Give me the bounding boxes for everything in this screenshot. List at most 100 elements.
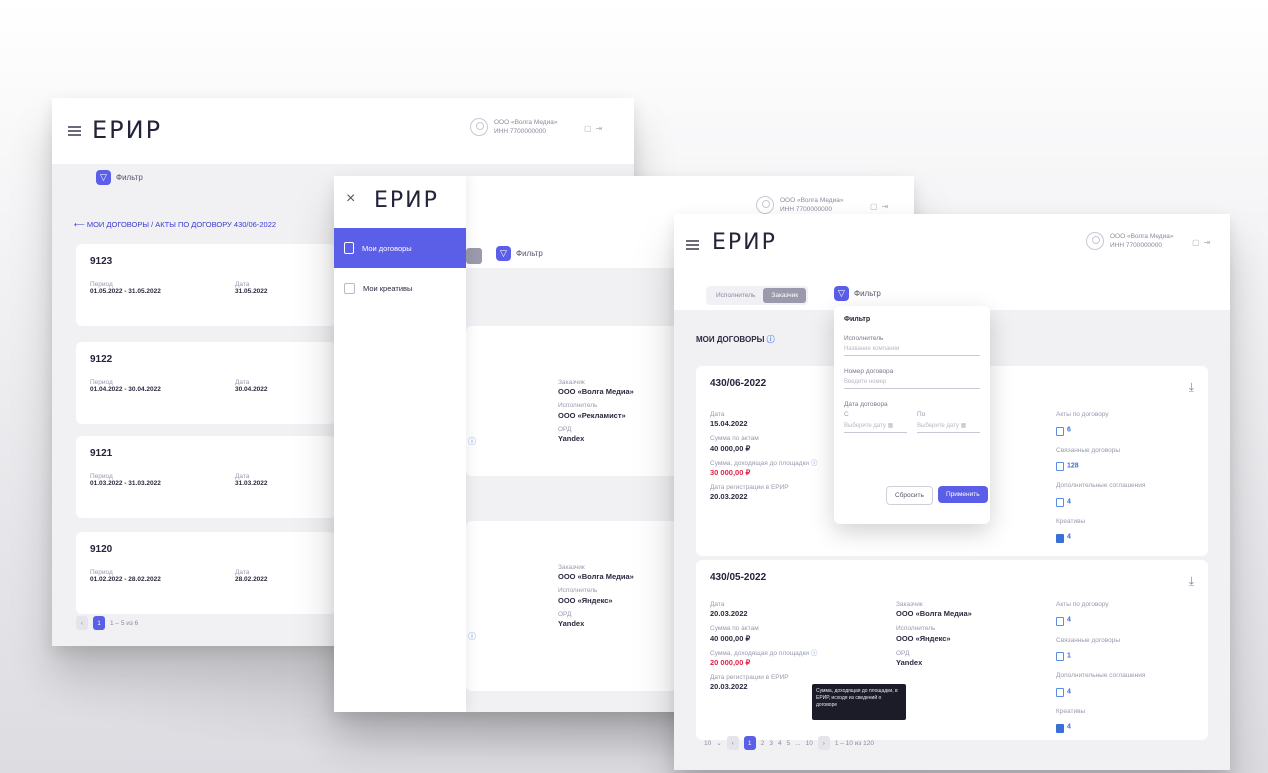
- info-icon[interactable]: ⓘ: [811, 460, 818, 467]
- sum-income-value: 30 000,00 ₽: [710, 468, 751, 478]
- act-card[interactable]: 9120 Период 01.02.2022 - 28.02.2022 Дата 2…: [76, 532, 336, 614]
- user-box[interactable]: ООО «Волга Медиа» ИНН 7700000000: [756, 196, 843, 215]
- logo: ЕРИР: [712, 230, 777, 255]
- page-button[interactable]: 10: [806, 740, 813, 747]
- popover-title: Фильтр: [844, 316, 871, 323]
- download-icon[interactable]: ⤓: [1189, 380, 1194, 395]
- apply-button[interactable]: Применить: [938, 486, 988, 503]
- reg-date-value: 20.03.2022: [710, 682, 748, 692]
- page-button[interactable]: 2: [761, 740, 765, 747]
- contract-right-col: Акты по договору 4 Связанные договоры 1 …: [1056, 600, 1145, 739]
- reset-button[interactable]: Сбросить: [886, 486, 933, 505]
- download-icon[interactable]: ⤓: [1189, 574, 1194, 589]
- date-value: 20.03.2022: [710, 609, 748, 619]
- act-card[interactable]: 9122 Период 01.04.2022 - 30.04.2022 Дата 3…: [76, 342, 336, 424]
- breadcrumb-text: МОИ ДОГОВОРЫ / АКТЫ ПО ДОГОВОРУ 430/06-2…: [86, 220, 277, 229]
- section-title-text: МОИ ДОГОВОРЫ: [696, 335, 765, 344]
- creatives-count: 4: [1067, 533, 1071, 541]
- additional-link[interactable]: 4: [1056, 681, 1145, 704]
- number-filter-input[interactable]: Введите номер: [844, 375, 980, 389]
- contract-card[interactable]: 430/05-2022 ⤓ Дата 20.03.2022 Сумма по а…: [696, 560, 1208, 740]
- date-from: С Выберите дату ▦: [844, 411, 907, 433]
- act-card[interactable]: 9123 Период 01.05.2022 - 31.05.2022 Дата 3…: [76, 244, 336, 326]
- page-button[interactable]: 5: [787, 740, 791, 747]
- executor-filter-input[interactable]: Название компании: [844, 342, 980, 356]
- info-icon[interactable]: ⓘ: [468, 631, 476, 642]
- contracts-pagination: 10 ⌄ ‹ 1 2 3 4 5 ... 10 › 1 – 10 из 120: [704, 736, 874, 750]
- contract-number: 430/05-2022: [710, 572, 767, 583]
- acts-link[interactable]: 4: [1056, 609, 1145, 632]
- info-icon[interactable]: ⓘ: [468, 436, 476, 447]
- pagination-summary: 1 – 5 из 6: [110, 619, 139, 627]
- filter-button[interactable]: ▽ Фильтр: [96, 170, 143, 185]
- page-button[interactable]: 4: [778, 740, 782, 747]
- prev-page-button[interactable]: ‹: [726, 736, 739, 750]
- linked-link[interactable]: 128: [1056, 455, 1145, 478]
- header-icons[interactable]: ▢⇥: [1192, 238, 1214, 247]
- to-label: По: [917, 411, 926, 418]
- act-period: 01.05.2022 - 31.05.2022: [90, 288, 161, 295]
- next-page-button[interactable]: ›: [817, 736, 830, 750]
- filter-button[interactable]: ▽ Фильтр: [496, 246, 543, 261]
- linked-link[interactable]: 1: [1056, 645, 1145, 668]
- header-icons[interactable]: ▢⇥: [584, 124, 606, 133]
- page-button[interactable]: 1: [743, 736, 756, 750]
- page-button[interactable]: 1: [93, 616, 105, 630]
- contract-mid-col: Заказчик ООО «Волга Медиа» Исполнитель О…: [896, 600, 972, 669]
- contract-left-col: Дата 20.03.2022 Сумма по актам 40 000,00…: [710, 600, 817, 693]
- user-inn: ИНН 7700000000: [494, 128, 547, 136]
- breadcrumb[interactable]: ⟵ МОИ ДОГОВОРЫ / АКТЫ ПО ДОГОВОРУ 430/06…: [74, 220, 276, 229]
- info-icon[interactable]: ⓘ: [811, 650, 818, 657]
- reg-date-value: 20.03.2022: [710, 492, 748, 502]
- user-box[interactable]: ООО «Волга Медиа» ИНН 7700000000: [470, 118, 558, 137]
- tab-customer[interactable]: Заказчик: [763, 288, 807, 303]
- calendar-icon[interactable]: ▦: [961, 423, 967, 429]
- chevron-down-icon[interactable]: ⌄: [716, 739, 721, 747]
- back-arrow-icon[interactable]: ⟵: [74, 220, 87, 229]
- sum-income-label: Сумма, доходящая до площадки ⓘ: [710, 459, 817, 468]
- drawer-item-creatives[interactable]: Мои креативы: [334, 268, 466, 308]
- linked-count: 1: [1067, 652, 1071, 660]
- number-filter-label: Номер договора: [844, 368, 894, 375]
- creatives-count: 4: [1067, 723, 1071, 731]
- date-to: По Выберите дату ▦: [917, 411, 980, 433]
- acts-link[interactable]: 6: [1056, 419, 1145, 442]
- contract-fields: Заказчик ООО «Волга Медиа» Исполнитель О…: [558, 563, 634, 630]
- per-page-select[interactable]: 10: [704, 740, 711, 747]
- contract-left-col: Дата 15.04.2022 Сумма по актам 40 000,00…: [710, 410, 817, 503]
- creatives-link[interactable]: 4: [1056, 526, 1145, 549]
- executor-label: Исполнитель: [558, 402, 598, 410]
- prev-page-button[interactable]: ‹: [76, 616, 88, 630]
- logo: ЕРИР: [92, 116, 163, 144]
- user-box[interactable]: ООО «Волга Медиа» ИНН 7700000000: [1086, 232, 1173, 251]
- customer-label: Заказчик: [558, 379, 585, 386]
- contract-icon: [344, 242, 354, 254]
- drawer-item-contracts[interactable]: Мои договоры: [334, 228, 466, 268]
- acts-count: 4: [1067, 617, 1071, 625]
- date-from-input[interactable]: Выберите дату ▦: [844, 418, 907, 433]
- additional-link[interactable]: 4: [1056, 491, 1145, 514]
- close-icon[interactable]: ×: [346, 190, 355, 208]
- calendar-icon[interactable]: ▦: [888, 423, 894, 429]
- header-icons[interactable]: ▢⇥: [870, 202, 892, 211]
- period-label: Период: [90, 379, 113, 386]
- act-number: 9123: [90, 256, 113, 267]
- sum-income-label-text: Сумма, доходящая до площадки: [710, 649, 810, 657]
- tab-executor[interactable]: Исполнитель: [708, 288, 763, 303]
- menu-icon[interactable]: [68, 126, 81, 136]
- page-button[interactable]: 3: [769, 740, 773, 747]
- filter-popover: Фильтр Исполнитель Название компании Ном…: [834, 306, 990, 524]
- menu-icon[interactable]: [686, 240, 699, 250]
- act-card[interactable]: 9121 Период 01.03.2022 - 31.03.2022 Дата 3…: [76, 436, 336, 518]
- filter-button[interactable]: ▽ Фильтр: [834, 286, 881, 301]
- user-inn: ИНН 7700000000: [1110, 242, 1163, 250]
- ord-label: ОРД: [558, 425, 572, 433]
- date-range: С Выберите дату ▦ По Выберите дату ▦: [844, 411, 980, 433]
- executor-value: ООО «Яндекс»: [558, 595, 613, 605]
- creatives-link[interactable]: 4: [1056, 716, 1145, 739]
- tooltip: Сумма, доходящая до площадки, в ЕРИР, ис…: [812, 684, 906, 720]
- tab-fragment[interactable]: [466, 248, 482, 264]
- info-icon[interactable]: ⓘ: [767, 335, 775, 344]
- date-to-input[interactable]: Выберите дату ▦: [917, 418, 980, 433]
- user-company: ООО «Волга Медиа»: [494, 119, 558, 126]
